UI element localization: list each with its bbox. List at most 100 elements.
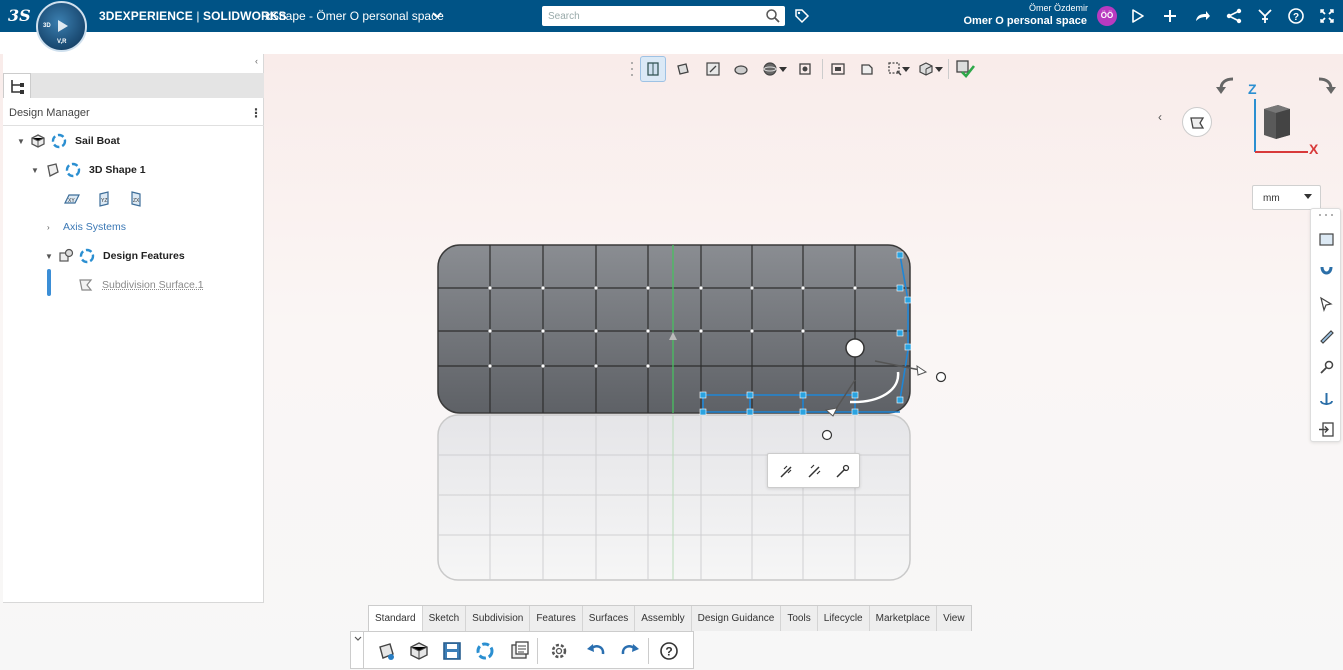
rotate-view-icon[interactable] xyxy=(670,56,696,82)
pan-mode-icon[interactable] xyxy=(640,56,666,82)
chevron-down-icon xyxy=(1304,194,1312,199)
undo-view-icon[interactable] xyxy=(1215,75,1237,97)
measure-icon[interactable] xyxy=(854,56,880,82)
tab-sketch[interactable]: Sketch xyxy=(423,606,467,631)
tree-item-3d-shape[interactable]: ▼ 3D Shape 1 xyxy=(31,160,146,180)
drag-handle-icon[interactable] xyxy=(1318,213,1335,217)
fullscreen-icon[interactable] xyxy=(1318,7,1336,25)
tab-standard[interactable]: Standard xyxy=(369,606,423,631)
undo-icon[interactable] xyxy=(585,640,607,662)
edit-tool-icon[interactable] xyxy=(1318,327,1335,344)
tag-icon[interactable] xyxy=(794,8,810,24)
gear-icon[interactable] xyxy=(548,640,570,662)
save-icon[interactable] xyxy=(441,640,463,662)
edit-edge-icon[interactable] xyxy=(834,463,851,480)
tree-label: Sail Boat xyxy=(75,135,120,147)
chevron-down-icon[interactable] xyxy=(354,636,362,642)
help-icon[interactable]: ? xyxy=(1287,7,1305,25)
capture-icon[interactable] xyxy=(825,56,851,82)
chevron-down-icon[interactable] xyxy=(779,67,787,73)
sync-icon[interactable] xyxy=(474,640,496,662)
chevron-down-icon[interactable] xyxy=(935,67,943,73)
crease-icon[interactable] xyxy=(778,463,795,480)
uncrease-icon[interactable] xyxy=(806,463,823,480)
tree-label: 3D Shape 1 xyxy=(89,164,146,176)
unit-select[interactable]: mm xyxy=(1252,185,1321,210)
view-selector-button[interactable] xyxy=(1182,107,1212,137)
drag-handle-icon[interactable] xyxy=(630,60,634,78)
shading-icon[interactable] xyxy=(728,56,754,82)
network-share-icon[interactable] xyxy=(1225,7,1243,25)
brand-separator: | xyxy=(192,9,203,23)
svg-text:?: ? xyxy=(665,645,672,659)
play-icon[interactable] xyxy=(58,20,68,32)
tab-lifecycle[interactable]: Lifecycle xyxy=(818,606,870,631)
expand-arrow-icon[interactable]: ▼ xyxy=(31,166,43,175)
tab-marketplace[interactable]: Marketplace xyxy=(870,606,938,631)
tree-item-axis-systems[interactable]: › Axis Systems xyxy=(47,217,126,237)
magnet-icon[interactable] xyxy=(1318,263,1335,280)
user-name: Ömer Özdemir xyxy=(1028,3,1088,13)
tab-features[interactable]: Features xyxy=(530,606,583,631)
compass-widget[interactable]: 3D V,R xyxy=(36,1,87,52)
share-space-icon[interactable] xyxy=(1129,7,1147,25)
plane-tool-icon[interactable] xyxy=(1318,231,1335,248)
anchor-icon[interactable] xyxy=(1318,391,1335,408)
tab-surfaces[interactable]: Surfaces xyxy=(583,606,636,631)
redo-icon[interactable] xyxy=(619,640,641,662)
yz-plane-icon[interactable]: YZ xyxy=(95,191,113,207)
tree-label: Axis Systems xyxy=(63,221,127,233)
view-action-bar xyxy=(630,56,980,82)
svg-text:XY: XY xyxy=(68,198,75,204)
svg-text:ZX: ZX xyxy=(133,198,140,204)
tab-view[interactable]: View xyxy=(937,606,971,631)
new-shape-icon[interactable] xyxy=(375,640,397,662)
chevron-down-icon[interactable] xyxy=(902,67,910,73)
zx-plane-icon[interactable]: ZX xyxy=(127,191,145,207)
tab-design-guidance[interactable]: Design Guidance xyxy=(692,606,782,631)
subdivision-model[interactable] xyxy=(430,240,950,585)
selection-indicator xyxy=(47,269,51,296)
more-options-icon[interactable]: ⋮ xyxy=(250,106,262,120)
design-manager-header: Design Manager ⋮ xyxy=(3,99,264,126)
zoom-fit-icon[interactable] xyxy=(700,56,726,82)
share-arrow-icon[interactable] xyxy=(1193,7,1211,25)
select-tool-icon[interactable] xyxy=(1318,295,1335,312)
tab-tools[interactable]: Tools xyxy=(781,606,818,631)
new-part-icon[interactable] xyxy=(408,640,430,662)
help-icon[interactable]: ? xyxy=(658,640,680,662)
shape-icon xyxy=(47,163,59,177)
chevron-down-icon[interactable] xyxy=(431,8,443,22)
app-title[interactable]: xShape - Ömer O personal space xyxy=(265,9,444,23)
tab-assembly[interactable]: Assembly xyxy=(635,606,692,631)
tree-item-subdivision-surface[interactable]: Subdivision Surface.1 xyxy=(77,275,204,295)
user-space[interactable]: Omer O personal space xyxy=(964,15,1088,27)
chevron-left-icon[interactable]: ‹ xyxy=(1158,110,1162,124)
expand-arrow-icon[interactable]: ▼ xyxy=(45,252,57,261)
search-input[interactable] xyxy=(542,6,752,27)
x-axis-label: X xyxy=(1309,141,1319,157)
search-box[interactable] xyxy=(542,6,785,27)
separator xyxy=(648,638,649,664)
view-cube[interactable]: Z X xyxy=(1248,81,1325,160)
tree-item-design-features[interactable]: ▼ Design Features xyxy=(45,246,185,266)
search-icon[interactable] xyxy=(765,8,781,24)
key-icon[interactable] xyxy=(1318,359,1335,376)
chevron-right-icon[interactable]: › xyxy=(47,223,59,232)
validate-icon[interactable] xyxy=(952,56,978,82)
tree-item-sail-boat[interactable]: ▼ Sail Boat xyxy=(17,131,120,151)
tab-subdivision[interactable]: Subdivision xyxy=(466,606,531,631)
tree-label: Design Features xyxy=(103,250,185,262)
plus-icon[interactable] xyxy=(1161,7,1179,25)
avatar[interactable]: ÖÖ xyxy=(1097,6,1117,26)
xy-plane-icon[interactable]: XY xyxy=(63,191,81,207)
exit-icon[interactable] xyxy=(1318,421,1335,438)
expand-arrow-icon[interactable]: ▼ xyxy=(17,137,29,146)
tab-design-manager[interactable] xyxy=(3,73,31,98)
dassault-logo-icon[interactable]: 3S xyxy=(7,5,33,27)
z-axis-label: Z xyxy=(1248,81,1257,97)
section-view-icon[interactable] xyxy=(792,56,818,82)
collapse-panel-icon[interactable]: ‹ xyxy=(255,56,258,66)
properties-icon[interactable] xyxy=(509,640,531,662)
tools-icon[interactable] xyxy=(1256,7,1274,25)
